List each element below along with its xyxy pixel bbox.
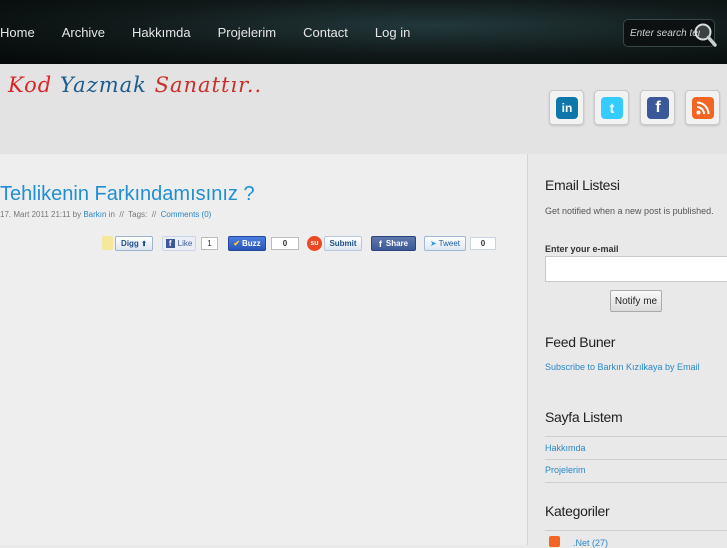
facebook-icon: f bbox=[165, 239, 175, 248]
email-list-description: Get notified when a new post is publishe… bbox=[545, 206, 714, 216]
divider bbox=[545, 530, 727, 531]
like-count: 1 bbox=[201, 237, 218, 250]
nav-hakkimda[interactable]: Hakkımda bbox=[132, 25, 191, 40]
email-list-title: Email Listesi bbox=[545, 177, 620, 193]
page-link-hakkimda[interactable]: Hakkımda bbox=[545, 443, 586, 453]
post-title[interactable]: Tehlikenin Farkındamısınız ? bbox=[0, 183, 255, 206]
fb-like-button[interactable]: f Like bbox=[162, 236, 196, 251]
tweet-count: 0 bbox=[470, 237, 496, 250]
linkedin-icon: in bbox=[556, 97, 578, 119]
notify-me-button[interactable]: Notify me bbox=[610, 290, 662, 312]
divider bbox=[545, 482, 727, 483]
facebook-icon: f bbox=[378, 238, 382, 249]
stumbleupon-icon[interactable]: su bbox=[307, 236, 322, 251]
tweet-label: Tweet bbox=[438, 239, 461, 248]
buzz-count: 0 bbox=[271, 237, 299, 250]
fb-share-label: Share bbox=[385, 239, 409, 248]
tweet-button[interactable]: ➤ Tweet bbox=[424, 236, 466, 251]
digg-button[interactable]: Digg ⬆ bbox=[115, 236, 153, 251]
digg-label: Digg bbox=[121, 239, 139, 248]
feed-subscribe-link[interactable]: Subscribe to Barkın Kızılkaya by Email bbox=[545, 362, 700, 372]
nav-projelerim[interactable]: Projelerim bbox=[218, 25, 277, 40]
digg-badge-icon bbox=[102, 236, 113, 250]
feed-burner-title: Feed Buner bbox=[545, 334, 616, 350]
meta-separator: // bbox=[151, 210, 157, 219]
post-author-link[interactable]: Barkın bbox=[83, 210, 106, 219]
stumbleupon-submit-button[interactable]: Submit bbox=[324, 236, 362, 251]
nav-login[interactable]: Log in bbox=[375, 25, 410, 40]
meta-separator: // bbox=[119, 210, 124, 219]
like-label: Like bbox=[177, 239, 193, 248]
google-buzz-button[interactable]: ✔ Buzz bbox=[228, 236, 266, 251]
post-date: 17. Mart 2011 21:11 by bbox=[0, 210, 82, 219]
category-link-net[interactable]: .Net (27) bbox=[573, 538, 608, 548]
social-linkedin[interactable]: in bbox=[549, 90, 584, 125]
rss-icon bbox=[692, 97, 714, 119]
categories-title: Kategoriler bbox=[545, 503, 610, 519]
post-in-label: in bbox=[108, 210, 115, 219]
rss-icon[interactable] bbox=[549, 536, 560, 547]
social-facebook[interactable]: f bbox=[640, 90, 675, 125]
fb-share-button[interactable]: f Share bbox=[371, 236, 416, 251]
buzz-label: Buzz bbox=[242, 239, 261, 248]
nav-home[interactable]: Home bbox=[0, 25, 35, 40]
email-label: Enter your e-mail bbox=[545, 244, 619, 254]
page-link-projelerim[interactable]: Projelerim bbox=[545, 465, 586, 475]
logo-word-1: Kod bbox=[8, 73, 53, 97]
search-input[interactable] bbox=[630, 25, 700, 41]
top-navbar: Home Archive Hakkımda Projelerim Contact… bbox=[0, 0, 727, 64]
email-input[interactable] bbox=[545, 256, 727, 282]
post-meta: 17. Mart 2011 21:11 by Barkın in // Tags… bbox=[0, 210, 211, 219]
divider bbox=[545, 459, 727, 460]
facebook-icon: f bbox=[647, 97, 669, 119]
divider bbox=[545, 436, 727, 437]
buzz-icon: ✔ bbox=[233, 239, 241, 248]
twitter-bird-icon: ➤ bbox=[429, 239, 437, 248]
twitter-icon: t bbox=[601, 97, 623, 119]
logo-word-3: Sanattır.. bbox=[154, 73, 263, 97]
nav-archive[interactable]: Archive bbox=[62, 25, 105, 40]
main-nav: Home Archive Hakkımda Projelerim Contact… bbox=[0, 0, 437, 64]
site-logo[interactable]: Kod Yazmak Sanattır.. bbox=[8, 73, 262, 97]
digg-arrow-icon: ⬆ bbox=[141, 240, 147, 248]
post-tags-label: Tags: bbox=[128, 210, 148, 219]
search-icon[interactable] bbox=[693, 22, 717, 48]
social-twitter[interactable]: t bbox=[594, 90, 629, 125]
post-comments-link[interactable]: Comments (0) bbox=[161, 210, 212, 219]
social-rss[interactable] bbox=[685, 90, 720, 125]
logo-word-2: Yazmak bbox=[59, 73, 147, 97]
page-list-title: Sayfa Listem bbox=[545, 409, 623, 425]
nav-contact[interactable]: Contact bbox=[303, 25, 348, 40]
